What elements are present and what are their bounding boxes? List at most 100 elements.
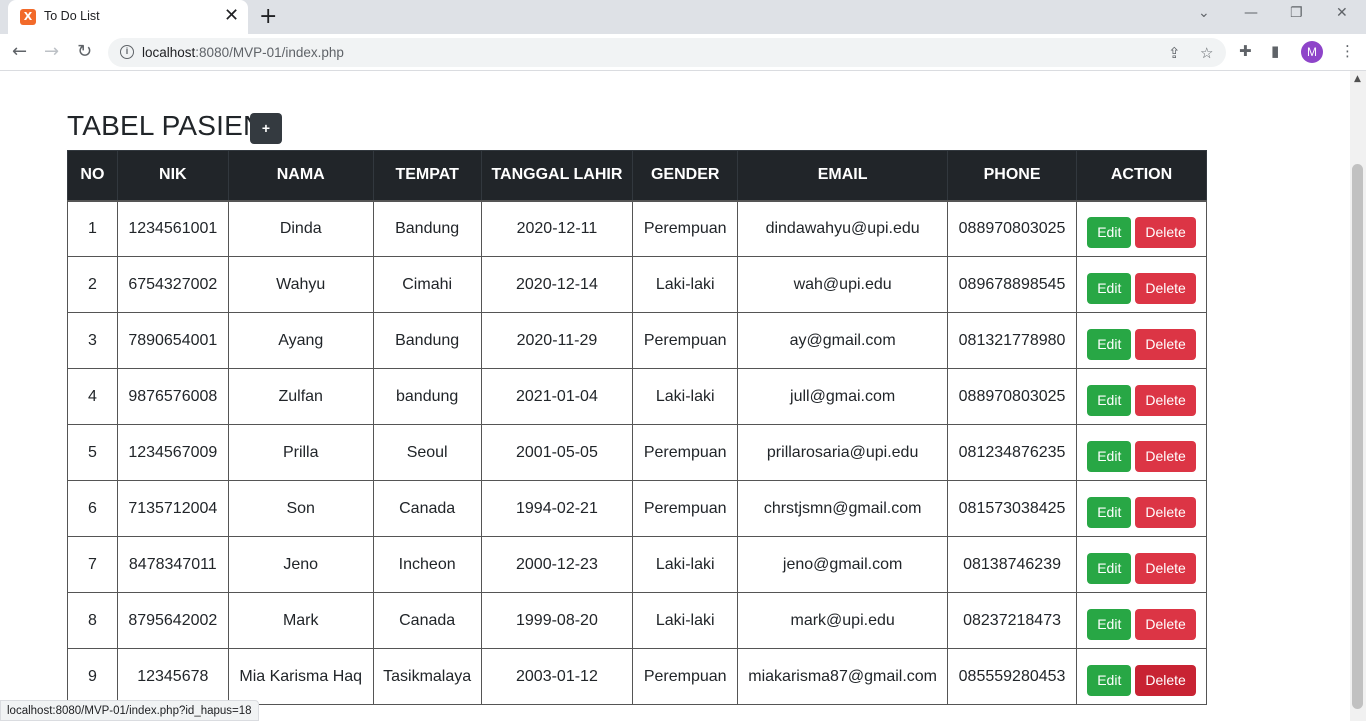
- edit-button[interactable]: Edit: [1087, 497, 1132, 528]
- side-panel-icon[interactable]: ▮: [1271, 42, 1279, 60]
- delete-button[interactable]: Delete: [1135, 217, 1196, 249]
- cell-nik: 1234567009: [116, 424, 229, 481]
- cell-phone: 081234876235: [947, 424, 1078, 481]
- scroll-up-icon[interactable]: ▲: [1354, 74, 1361, 84]
- table-row: 3 7890654001 Ayang Bandung 2020-11-29 Perempu…: [67, 312, 1207, 369]
- edit-button[interactable]: Edit: [1087, 385, 1132, 416]
- edit-button[interactable]: Edit: [1087, 217, 1132, 249]
- table-row: 7 8478347011 Jeno Incheon 2000-12-23 Laki-lak…: [67, 536, 1207, 593]
- scroll-thumb[interactable]: [1352, 164, 1363, 709]
- cell-no: 6: [67, 480, 118, 537]
- new-tab-icon[interactable]: +: [259, 4, 277, 29]
- cell-tempat: Seoul: [372, 424, 482, 481]
- delete-button[interactable]: Delete: [1135, 441, 1196, 472]
- cell-email: jeno@gmail.com: [737, 536, 949, 593]
- profile-avatar[interactable]: M: [1301, 41, 1323, 63]
- reload-icon[interactable]: ↻: [77, 41, 92, 63]
- share-icon[interactable]: ⇪: [1168, 44, 1181, 62]
- edit-button[interactable]: Edit: [1087, 329, 1132, 360]
- edit-button[interactable]: Edit: [1087, 441, 1132, 472]
- delete-button[interactable]: Delete: [1135, 273, 1196, 304]
- delete-button[interactable]: Delete: [1135, 497, 1196, 528]
- add-patient-button[interactable]: +: [250, 113, 282, 144]
- cell-no: 1: [67, 199, 118, 257]
- cell-tanggal-lahir: 2021-01-04: [480, 368, 634, 425]
- edit-button[interactable]: Edit: [1087, 609, 1132, 640]
- delete-button[interactable]: Delete: [1135, 665, 1196, 696]
- cell-nama: Ayang: [227, 312, 374, 369]
- cell-email: ay@gmail.com: [737, 312, 949, 369]
- browser-tab[interactable]: X To Do List ✕: [8, 0, 248, 34]
- cell-nama: Prilla: [227, 424, 374, 481]
- cell-no: 5: [67, 424, 118, 481]
- cell-phone: 08138746239: [947, 536, 1078, 593]
- cell-tempat: Cimahi: [372, 256, 482, 313]
- restore-icon[interactable]: ❐: [1290, 5, 1303, 21]
- cell-gender: Laki-laki: [632, 256, 739, 313]
- url-text: localhost:8080/MVP-01/index.php: [142, 45, 344, 60]
- cell-tempat: Bandung: [372, 312, 482, 369]
- table-header-row: NO NIK NAMA TEMPAT TANGGAL LAHIR GENDER EMAIL P…: [67, 150, 1207, 201]
- cell-gender: Perempuan: [632, 199, 739, 257]
- cell-action: Edit Delete: [1076, 368, 1207, 425]
- minimize-icon[interactable]: —: [1244, 5, 1258, 21]
- cell-phone: 088970803025: [947, 199, 1078, 257]
- site-info-icon[interactable]: i: [120, 45, 134, 59]
- cell-tanggal-lahir: 2003-01-12: [480, 648, 634, 705]
- extensions-icon[interactable]: ✚: [1239, 42, 1252, 60]
- tab-search-icon[interactable]: ⌄: [1198, 5, 1210, 21]
- cell-email: wah@upi.edu: [737, 256, 949, 313]
- column-header-phone: PHONE: [947, 150, 1078, 201]
- forward-icon[interactable]: →: [44, 41, 59, 63]
- edit-button[interactable]: Edit: [1087, 553, 1132, 584]
- browser-toolbar: ← → ↻ i localhost:8080/MVP-01/index.php …: [0, 34, 1366, 71]
- cell-tanggal-lahir: 2020-12-14: [480, 256, 634, 313]
- column-header-action: ACTION: [1076, 150, 1207, 201]
- back-icon[interactable]: ←: [12, 41, 27, 63]
- table-row: 8 8795642002 Mark Canada 1999-08-20 Laki-laki…: [67, 592, 1207, 649]
- cell-email: mark@upi.edu: [737, 592, 949, 649]
- cell-nik: 7890654001: [116, 312, 229, 369]
- cell-gender: Perempuan: [632, 648, 739, 705]
- cell-email: dindawahyu@upi.edu: [737, 199, 949, 257]
- status-bar-url: localhost:8080/MVP-01/index.php?id_hapus…: [0, 700, 259, 721]
- cell-action: Edit Delete: [1076, 199, 1207, 257]
- cell-action: Edit Delete: [1076, 424, 1207, 481]
- cell-nama: Wahyu: [227, 256, 374, 313]
- cell-nama: Zulfan: [227, 368, 374, 425]
- cell-tanggal-lahir: 1999-08-20: [480, 592, 634, 649]
- table-body: 1 1234561001 Dinda Bandung 2020-12-11 Perempu…: [67, 199, 1207, 705]
- cell-nik: 8478347011: [116, 536, 229, 593]
- cell-nik: 8795642002: [116, 592, 229, 649]
- bookmark-star-icon[interactable]: ☆: [1200, 44, 1213, 62]
- table-header: NO NIK NAMA TEMPAT TANGGAL LAHIR GENDER EMAIL P…: [67, 150, 1207, 201]
- cell-action: Edit Delete: [1076, 536, 1207, 593]
- url-host: localhost: [142, 45, 196, 60]
- close-window-icon[interactable]: ✕: [1336, 5, 1348, 21]
- table-row: 5 1234567009 Prilla Seoul 2001-05-05 Perempua…: [67, 424, 1207, 481]
- cell-email: miakarisma87@gmail.com: [737, 648, 949, 705]
- tab-close-icon[interactable]: ✕: [224, 7, 239, 25]
- cell-action: Edit Delete: [1076, 256, 1207, 313]
- delete-button[interactable]: Delete: [1135, 329, 1196, 360]
- cell-tempat: Incheon: [372, 536, 482, 593]
- delete-button[interactable]: Delete: [1135, 553, 1196, 584]
- cell-tempat: bandung: [372, 368, 482, 425]
- tab-title: To Do List: [44, 9, 100, 23]
- edit-button[interactable]: Edit: [1087, 273, 1132, 304]
- column-header-gender: GENDER: [632, 150, 739, 201]
- menu-kebab-icon[interactable]: ⋮: [1340, 42, 1355, 60]
- cell-no: 9: [67, 648, 118, 705]
- delete-button[interactable]: Delete: [1135, 609, 1196, 640]
- address-bar[interactable]: i localhost:8080/MVP-01/index.php ⇪ ☆: [108, 38, 1226, 67]
- vertical-scrollbar[interactable]: ▲: [1350, 71, 1366, 721]
- table-row: 6 7135712004 Son Canada 1994-02-21 Perempuan c…: [67, 480, 1207, 537]
- cell-nik: 6754327002: [116, 256, 229, 313]
- table-row: 4 9876576008 Zulfan bandung 2021-01-04 Laki-l…: [67, 368, 1207, 425]
- delete-button[interactable]: Delete: [1135, 385, 1196, 416]
- edit-button[interactable]: Edit: [1087, 665, 1132, 696]
- cell-nik: 7135712004: [116, 480, 229, 537]
- column-header-nik: NIK: [116, 150, 229, 201]
- cell-nama: Mia Karisma Haq: [227, 648, 374, 705]
- cell-phone: 081321778980: [947, 312, 1078, 369]
